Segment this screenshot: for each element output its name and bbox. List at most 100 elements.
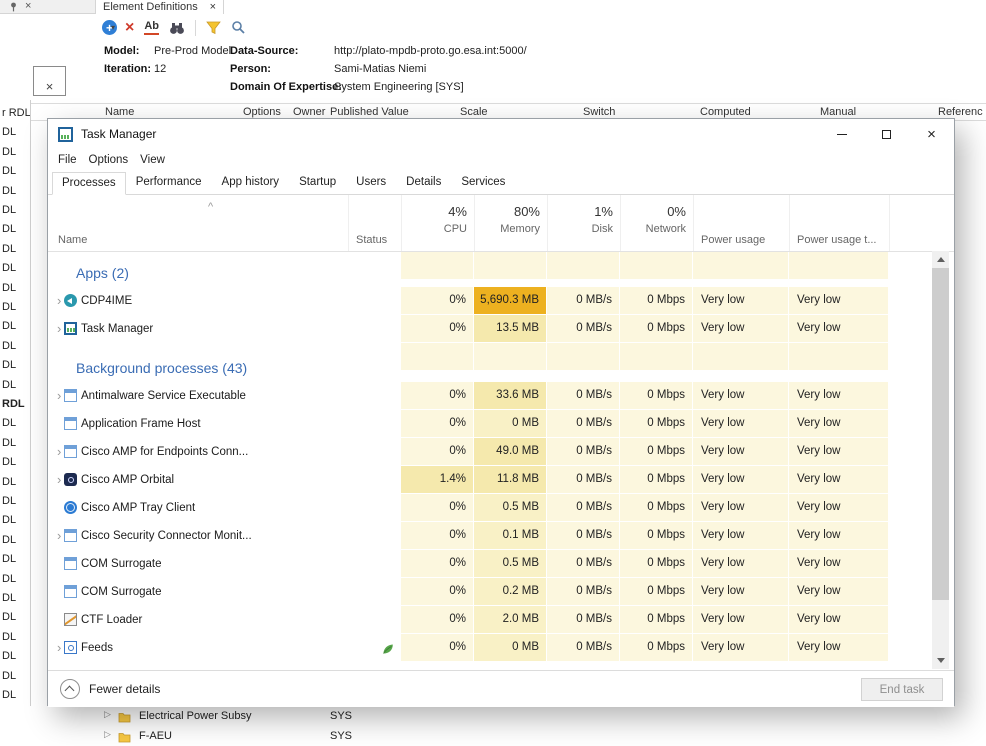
tab-performance[interactable]: Performance [126, 171, 212, 194]
rdl-list-item[interactable]: DL [2, 182, 16, 201]
rdl-list-item[interactable]: DL [2, 143, 16, 162]
network-cell: 0 Mbps [620, 522, 693, 550]
process-row-com-surrogate[interactable]: COM Surrogate 0% 0.5 MB 0 MB/s 0 Mbps Very lo… [48, 550, 954, 578]
tree-row[interactable]: ▷ Electrical Power Subsy SYS [0, 706, 986, 726]
tab-services[interactable]: Services [451, 171, 515, 194]
process-row-application-frame-host[interactable]: Application Frame Host 0% 0 MB 0 MB/s 0 Mbps… [48, 410, 954, 438]
rdl-list-item[interactable]: DL [2, 628, 16, 647]
title-bar[interactable]: Task Manager × [48, 119, 954, 149]
column-header-memory[interactable]: 80% Memory [474, 195, 547, 235]
process-row-task-manager[interactable]: › Task Manager 0% 13.5 MB 0 MB/s 0 Mbps Very l… [48, 315, 954, 343]
expand-chevron-icon[interactable]: › [57, 522, 61, 550]
rdl-list-item[interactable]: DL [2, 123, 16, 142]
menu-file[interactable]: File [52, 154, 83, 166]
rdl-list-item[interactable]: DL [2, 376, 16, 395]
rdl-list-item[interactable]: DL [2, 492, 16, 511]
process-row-cisco-security-connector-monit[interactable]: › Cisco Security Connector Monit... 0% 0.1 … [48, 522, 954, 550]
process-row-cdp4ime[interactable]: › CDP4IME 0% 5,690.3 MB 0 MB/s 0 Mbps Very low… [48, 287, 954, 315]
tab-processes[interactable]: Processes [52, 172, 126, 195]
process-row-cisco-amp-for-endpoints-conn[interactable]: › Cisco AMP for Endpoints Conn... 0% 49.0 M… [48, 438, 954, 466]
rdl-list-item[interactable]: DL [2, 298, 16, 317]
rdl-list-item[interactable]: DL [2, 317, 16, 336]
scrollbar[interactable] [932, 251, 949, 669]
rdl-list-item[interactable]: DL [2, 337, 16, 356]
tree-row[interactable]: ▷ F-AEU SYS [0, 726, 986, 746]
column-header-power-usage[interactable]: Power usage [701, 234, 765, 246]
menu-view[interactable]: View [134, 154, 171, 166]
rdl-list-item[interactable]: DL [2, 414, 16, 433]
group-row-apps-2[interactable]: Apps (2) [48, 252, 954, 287]
column-header-cpu[interactable]: 4% CPU [401, 195, 474, 235]
rdl-list-item[interactable]: DL [2, 570, 16, 589]
rdl-list-item[interactable]: DL [2, 220, 16, 239]
group-row-background-processes-43[interactable]: Background processes (43) [48, 343, 954, 382]
delete-button[interactable]: × [125, 19, 134, 36]
expand-arrow-icon[interactable]: ▷ [104, 729, 111, 740]
pin-icon[interactable] [9, 2, 18, 12]
rdl-list-item[interactable]: DL [2, 240, 16, 259]
fewer-details-button[interactable]: Fewer details [60, 679, 160, 699]
rdl-list-item[interactable]: DL [2, 356, 16, 375]
rename-button[interactable]: Ab [144, 20, 160, 35]
process-row-ctf-loader[interactable]: CTF Loader 0% 2.0 MB 0 MB/s 0 Mbps Very low Ve… [48, 606, 954, 634]
filter-button[interactable] [206, 21, 221, 35]
maximize-button[interactable] [864, 119, 909, 149]
expand-chevron-icon[interactable]: › [57, 287, 61, 315]
disk-cell: 0 MB/s [547, 606, 620, 634]
expand-chevron-icon[interactable]: › [57, 634, 61, 662]
column-header-network[interactable]: 0% Network [620, 195, 693, 235]
process-row-cisco-amp-tray-client[interactable]: Cisco AMP Tray Client 0% 0.5 MB 0 MB/s 0 Mbp… [48, 494, 954, 522]
rdl-list-item[interactable]: DL [2, 259, 16, 278]
expand-chevron-icon[interactable]: › [57, 315, 61, 343]
process-row-antimalware-service-executable[interactable]: › Antimalware Service Executable 0% 33.6 MB… [48, 382, 954, 410]
expand-chevron-icon[interactable]: › [57, 438, 61, 466]
scrollbar-thumb[interactable] [932, 268, 949, 600]
menu-options[interactable]: Options [83, 154, 135, 166]
rdl-list-item[interactable]: DL [2, 589, 16, 608]
process-row-com-surrogate[interactable]: COM Surrogate 0% 0.2 MB 0 MB/s 0 Mbps Very lo… [48, 578, 954, 606]
minimize-button[interactable] [819, 119, 864, 149]
rdl-list-item[interactable]: r RDL [2, 104, 30, 123]
scroll-up-button[interactable] [932, 251, 949, 268]
column-header-status[interactable]: Status [356, 234, 387, 246]
document-tab[interactable]: Element Definitions × [96, 0, 224, 14]
rdl-list-item[interactable]: DL [2, 162, 16, 181]
process-row-feeds[interactable]: › Feeds 0% 0 MB 0 MB/s 0 Mbps Very low Very low [48, 634, 954, 662]
tab-startup[interactable]: Startup [289, 171, 346, 194]
column-header-name[interactable]: Name [58, 234, 87, 246]
process-row-cisco-amp-orbital[interactable]: › Cisco AMP Orbital 1.4% 11.8 MB 0 MB/s 0 Mbp… [48, 466, 954, 494]
rdl-list-item[interactable]: DL [2, 531, 16, 550]
rdl-list-item[interactable]: DL [2, 608, 16, 627]
rdl-list-item[interactable]: DL [2, 201, 16, 220]
trend-cell: Very low [789, 494, 889, 522]
add-element-button[interactable]: + ▾ [102, 20, 117, 35]
header-separator [789, 195, 790, 251]
scroll-down-button[interactable] [932, 652, 949, 669]
tab-close-icon[interactable]: × [210, 1, 216, 13]
rdl-list-item[interactable]: DL [2, 453, 16, 472]
process-name: COM Surrogate [81, 558, 162, 570]
rdl-list-item[interactable]: DL [2, 686, 16, 705]
column-header-power-usage-trend[interactable]: Power usage t... [797, 234, 877, 246]
search-binoculars-button[interactable] [169, 21, 185, 35]
tab-users[interactable]: Users [346, 171, 396, 194]
rdl-list-item[interactable]: DL [2, 511, 16, 530]
rdl-list-item[interactable]: RDL [2, 395, 25, 414]
rdl-list-item[interactable]: DL [2, 667, 16, 686]
expand-arrow-icon[interactable]: ▷ [104, 709, 111, 720]
rdl-list-item[interactable]: DL [2, 279, 16, 298]
tab-app-history[interactable]: App history [212, 171, 290, 194]
tab-details[interactable]: Details [396, 171, 451, 194]
filter-clear-button[interactable]: × [33, 66, 66, 96]
rdl-list-item[interactable]: DL [2, 647, 16, 666]
rdl-list-item[interactable]: DL [2, 473, 16, 492]
expand-chevron-icon[interactable]: › [57, 382, 61, 410]
end-task-button[interactable]: End task [861, 678, 943, 701]
pane-close-icon[interactable]: × [25, 1, 31, 12]
column-header-disk[interactable]: 1% Disk [547, 195, 620, 235]
rdl-list-item[interactable]: DL [2, 434, 16, 453]
close-button[interactable]: × [909, 119, 954, 149]
rdl-list-item[interactable]: DL [2, 550, 16, 569]
expand-chevron-icon[interactable]: › [57, 466, 61, 494]
zoom-button[interactable] [231, 20, 246, 35]
